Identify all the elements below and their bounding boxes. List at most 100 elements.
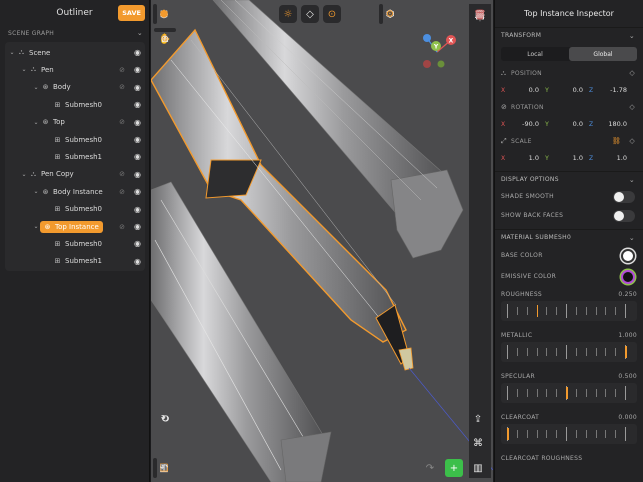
- eye-icon[interactable]: ◉: [134, 187, 141, 196]
- disclosure-arrow-icon[interactable]: ⌄: [32, 84, 40, 91]
- position-x-field[interactable]: 0.0: [509, 86, 541, 94]
- eraser-icon[interactable]: ◇: [629, 69, 635, 77]
- hide-toggle-icon[interactable]: ⊘: [119, 223, 125, 231]
- local-tab[interactable]: Local: [501, 47, 569, 61]
- eye-icon[interactable]: ◉: [134, 152, 141, 161]
- hide-toggle-icon[interactable]: ⊘: [119, 188, 125, 196]
- gizmo-z-handle[interactable]: [423, 34, 431, 42]
- tree-row[interactable]: ⌄ ⛬ Scene ◉: [5, 44, 145, 61]
- eye-icon[interactable]: ◉: [134, 257, 141, 266]
- 3d-viewport[interactable]: ⊞ ◉ ◈ ◆ ⬢ ☼ ◇ ⊙ ⬡ ⬡ ⬡ ⚙ ✋ ✥ ⊕ ⛬ X Y ⊕ ⌂ …: [151, 0, 493, 482]
- tree-row[interactable]: ⌄ ⊛ Body Instance ⊘ ◉: [5, 183, 145, 200]
- disclosure-arrow-icon[interactable]: ⌄: [20, 66, 28, 73]
- shade-smooth-toggle[interactable]: [613, 190, 635, 203]
- show-back-faces-toggle[interactable]: [613, 209, 635, 222]
- hide-toggle-icon[interactable]: ⊘: [119, 66, 125, 74]
- tree-row[interactable]: ⊞ Submesh1 ◉: [5, 253, 145, 270]
- share-icon[interactable]: ⇪: [469, 410, 487, 428]
- disclosure-arrow-icon[interactable]: ⌄: [32, 223, 40, 230]
- slider-tick: [615, 389, 617, 397]
- command-icon[interactable]: ⌘: [469, 434, 487, 452]
- eye-icon[interactable]: ◉: [134, 48, 141, 57]
- tree-row[interactable]: ⊞ Submesh1 ◉: [5, 148, 145, 165]
- scale-z-field[interactable]: 1.0: [597, 154, 629, 162]
- hide-toggle-icon[interactable]: ⊘: [119, 170, 125, 178]
- global-tab[interactable]: Global: [569, 47, 637, 61]
- light-bulb-icon[interactable]: ☼: [279, 5, 297, 23]
- disclosure-arrow-icon[interactable]: ⌄: [32, 119, 40, 126]
- lasso-icon[interactable]: ⟲: [156, 410, 174, 428]
- link-icon[interactable]: ⛓: [612, 137, 621, 145]
- display-options-header[interactable]: DISPLAY OPTIONS ⌄: [495, 171, 643, 187]
- eraser-icon[interactable]: ◇: [629, 137, 635, 145]
- disclosure-arrow-icon[interactable]: ⌄: [32, 188, 40, 195]
- undo-icon[interactable]: ↶: [155, 459, 173, 477]
- eye-icon[interactable]: ◉: [134, 239, 141, 248]
- eye-icon[interactable]: ◉: [134, 100, 141, 109]
- cube-outline-icon[interactable]: ◇: [301, 5, 319, 23]
- transform-section-header[interactable]: TRANSFORM ⌄: [495, 27, 643, 43]
- snap-icon[interactable]: ⊙: [323, 5, 341, 23]
- roughness-slider[interactable]: [501, 301, 637, 321]
- tree-row[interactable]: ⊞ Submesh0 ◉: [5, 131, 145, 148]
- slider-thumb[interactable]: [536, 305, 538, 317]
- scale-tool-icon[interactable]: ⛬: [156, 30, 174, 48]
- slider-tick: [556, 389, 558, 397]
- scale-y-field[interactable]: 1.0: [553, 154, 585, 162]
- position-y-field[interactable]: 0.0: [553, 86, 585, 94]
- save-button[interactable]: SAVE: [118, 5, 145, 21]
- tree-row-content: ⊞ Submesh0: [52, 136, 102, 144]
- tree-row[interactable]: ⊞ Submesh0 ◉: [5, 96, 145, 113]
- tree-row[interactable]: ⌄ ⛬ Pen ⊘ ◉: [5, 61, 145, 78]
- tree-row[interactable]: ⌄ ⊛ Top Instance ⊘ ◉: [5, 218, 145, 235]
- gizmo-neg-y-handle[interactable]: [437, 60, 445, 68]
- rotation-x-field[interactable]: -90.0: [509, 120, 541, 128]
- add-material-icon[interactable]: ⚙: [381, 5, 399, 23]
- rotation-z-field[interactable]: 180.0: [597, 120, 629, 128]
- eye-icon[interactable]: ◉: [134, 65, 141, 74]
- slider-tick: [546, 430, 548, 438]
- disclosure-arrow-icon[interactable]: ⌄: [8, 49, 16, 56]
- eye-icon[interactable]: ◉: [134, 205, 141, 214]
- tree-row-label: Submesh1: [65, 257, 102, 266]
- add-object-button[interactable]: +: [445, 459, 463, 477]
- slider-tick: [575, 430, 577, 438]
- tree-row-content: ⊞ Submesh1: [52, 257, 102, 265]
- slider-thumb[interactable]: [566, 387, 568, 399]
- clearcoat-slider[interactable]: [501, 424, 637, 444]
- inspector-toggle-icon[interactable]: ▥: [469, 459, 487, 477]
- rotation-y-field[interactable]: 0.0: [553, 120, 585, 128]
- scene-graph-header[interactable]: SCENE GRAPH ⌄: [0, 26, 149, 40]
- trash-icon[interactable]: 🗑: [471, 6, 489, 24]
- redo-icon[interactable]: ↷: [421, 459, 439, 477]
- tree-row[interactable]: ⊞ Submesh0 ◉: [5, 201, 145, 218]
- tree-row[interactable]: ⌄ ⛬ Pen Copy ⊘ ◉: [5, 166, 145, 183]
- tree-row[interactable]: ⊞ Submesh0 ◉: [5, 235, 145, 252]
- hide-toggle-icon[interactable]: ⊘: [119, 83, 125, 91]
- metallic-slider[interactable]: [501, 342, 637, 362]
- eye-icon[interactable]: ◉: [134, 118, 141, 127]
- gizmo-neg-x-handle[interactable]: [423, 60, 431, 68]
- specular-slider[interactable]: [501, 383, 637, 403]
- emissive-color-swatch[interactable]: [621, 269, 635, 284]
- material-label: MATERIAL SUBMESH0: [501, 234, 572, 241]
- eraser-icon[interactable]: ◇: [629, 103, 635, 111]
- scale-x-field[interactable]: 1.0: [509, 154, 541, 162]
- slider-thumb[interactable]: [507, 428, 509, 440]
- eye-icon[interactable]: ◉: [134, 170, 141, 179]
- disclosure-arrow-icon[interactable]: ⌄: [20, 171, 28, 178]
- eye-icon[interactable]: ◉: [134, 83, 141, 92]
- slider-thumb[interactable]: [625, 346, 627, 358]
- axis-gizmo[interactable]: X Y: [419, 32, 459, 72]
- hide-toggle-icon[interactable]: ⊘: [119, 118, 125, 126]
- tree-row[interactable]: ⌄ ⊛ Top ⊘ ◉: [5, 114, 145, 131]
- shade-smooth-label: SHADE SMOOTH: [501, 193, 554, 200]
- eye-icon[interactable]: ◉: [134, 222, 141, 231]
- position-fields: X 0.0 Y 0.0 Z -1.78: [495, 81, 643, 99]
- tree-row[interactable]: ⌄ ⊛ Body ⊘ ◉: [5, 79, 145, 96]
- shading-material-icon[interactable]: ⬢: [155, 5, 173, 23]
- base-color-swatch[interactable]: [621, 248, 635, 263]
- position-z-field[interactable]: -1.78: [597, 86, 629, 94]
- material-section-header[interactable]: MATERIAL SUBMESH0 ⌄: [495, 229, 643, 245]
- eye-icon[interactable]: ◉: [134, 135, 141, 144]
